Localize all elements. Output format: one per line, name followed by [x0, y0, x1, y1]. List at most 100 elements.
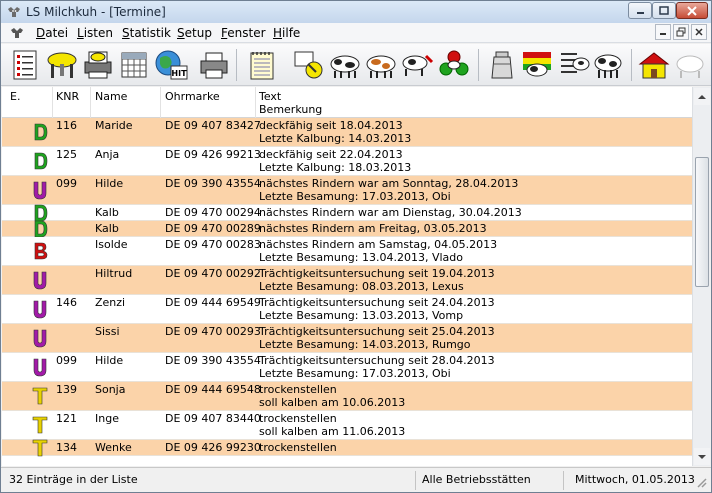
table-row[interactable]: Hiltrud DE 09 470 00292 Trächtigkeitsunter…	[2, 266, 692, 295]
cow-grid-icon[interactable]	[557, 48, 591, 82]
status-u-icon	[33, 271, 47, 290]
mdi-minimize-button[interactable]	[655, 24, 671, 40]
printer-cow-icon[interactable]	[81, 48, 115, 82]
mdi-close-button[interactable]	[691, 24, 707, 40]
brown-cow-icon[interactable]	[364, 48, 398, 82]
cell-text: Trächtigkeitsuntersuchung seit 25.04.201…	[259, 325, 495, 338]
hand-cow-icon[interactable]	[292, 48, 326, 82]
table-row[interactable]: 099 Hilde DE 09 390 43554 Trächtigkeitsunte…	[2, 353, 692, 382]
close-button[interactable]	[676, 2, 708, 19]
status-separator	[563, 471, 564, 490]
cell-name: Hiltrud	[95, 267, 133, 280]
hit-label: HIT	[171, 69, 187, 78]
cell-bemerkung: Letzte Besamung: 14.03.2013, Rumgo	[259, 338, 471, 351]
table-row[interactable]: 146 Zenzi DE 09 444 69549 Trächtigkeitsunte…	[2, 295, 692, 324]
grid-icon[interactable]	[117, 48, 151, 82]
cell-ohrmarke: DE 09 470 00294	[165, 206, 261, 219]
vertical-scrollbar[interactable]	[692, 87, 710, 466]
header-e[interactable]: E.	[10, 90, 20, 103]
cow-group-icon[interactable]	[328, 48, 362, 82]
cell-ohrmarke: DE 09 390 43554	[165, 354, 261, 367]
column-separator[interactable]	[160, 87, 161, 118]
scroll-down-button[interactable]	[694, 448, 710, 465]
cell-ohrmarke: DE 09 470 00293	[165, 325, 261, 338]
red-green-balls-icon[interactable]	[437, 48, 471, 82]
status-t-icon	[32, 439, 48, 457]
header-text[interactable]: Text Bemerkung	[259, 90, 322, 116]
cell-bemerkung: Letzte Besamung: 17.03.2013, Obi	[259, 190, 451, 203]
site-scope: Alle Betriebsstätten	[422, 473, 531, 486]
list-icon[interactable]	[8, 48, 42, 82]
mdi-restore-button[interactable]	[673, 24, 689, 40]
header-name[interactable]: Name	[95, 90, 127, 103]
menu-listen[interactable]: Listen	[77, 26, 113, 40]
menu-datei[interactable]: Datei	[36, 26, 68, 40]
notepad-icon[interactable]	[245, 48, 279, 82]
list-rows: 116 Maride DE 09 407 83427 deckfähig seit 1…	[2, 118, 692, 457]
header-knr[interactable]: KNR	[56, 90, 79, 103]
milking-stall-icon[interactable]	[45, 48, 79, 82]
milk-can-icon[interactable]	[485, 48, 519, 82]
cow-stats-icon[interactable]	[591, 48, 625, 82]
printer-icon[interactable]	[197, 48, 231, 82]
termine-list[interactable]: E. KNR Name Ohrmarke Text Bemerkung 116 M…	[2, 87, 710, 466]
chevron-up-icon	[698, 94, 706, 99]
column-separator[interactable]	[52, 87, 53, 118]
toolbar-separator	[631, 49, 632, 81]
cell-ohrmarke: DE 09 407 83427	[165, 119, 261, 132]
entry-count: 32 Einträge in der Liste	[9, 473, 138, 486]
mdi-cow-icon[interactable]	[9, 25, 27, 41]
chevron-down-icon	[698, 454, 706, 459]
status-t-icon	[32, 387, 48, 405]
minimize-icon	[636, 12, 644, 14]
menu-fenster[interactable]: Fenster	[221, 26, 266, 40]
table-row[interactable]: Kalb DE 09 470 00294 nächstes Rindern war …	[2, 204, 692, 222]
cell-knr: 146	[56, 296, 77, 309]
maximize-button[interactable]	[652, 2, 676, 19]
menu-bar: Datei Listen Statistik Setup Fenster Hil…	[1, 23, 711, 43]
cell-ohrmarke: DE 09 426 99213	[165, 148, 261, 161]
window-title: LS Milchkuh - [Termine]	[26, 5, 166, 19]
scroll-up-button[interactable]	[694, 88, 710, 105]
cell-name: Wenke	[95, 441, 132, 454]
scroll-thumb[interactable]	[695, 157, 709, 287]
table-row[interactable]: Kalb DE 09 470 00289 nächstes Rindern am F…	[2, 220, 692, 238]
minimize-button[interactable]	[628, 2, 652, 19]
title-bar[interactable]: LS Milchkuh - [Termine]	[1, 1, 711, 23]
cow-weight-icon[interactable]	[400, 48, 434, 82]
table-row[interactable]: 099 Hilde DE 09 390 43554 nächstes Rindern …	[2, 176, 692, 205]
resize-grip-icon[interactable]	[695, 476, 707, 488]
cell-bemerkung: soll kalben am 11.06.2013	[259, 425, 406, 438]
cell-name: Sonja	[95, 383, 126, 396]
header-ohrmarke[interactable]: Ohrmarke	[165, 90, 220, 103]
cell-name: Anja	[95, 148, 120, 161]
table-row[interactable]: Isolde DE 09 470 00283 nächstes Rindern am…	[2, 237, 692, 266]
cell-bemerkung: Letzte Besamung: 17.03.2013, Obi	[259, 367, 451, 380]
menu-setup[interactable]: Setup	[177, 26, 212, 40]
table-row[interactable]: 121 Inge DE 09 407 83440 trockenstellen soll…	[2, 411, 692, 440]
column-separator[interactable]	[255, 87, 256, 118]
globe-hit-icon[interactable]: HIT	[154, 48, 188, 82]
farmhouse-icon[interactable]	[637, 48, 671, 82]
cell-ohrmarke: DE 09 407 83440	[165, 412, 261, 425]
table-row[interactable]: Sissi DE 09 470 00293 Trächtigkeitsuntersu…	[2, 324, 692, 353]
cow-overview-icon[interactable]	[673, 48, 707, 82]
menu-statistik[interactable]: Statistik	[122, 26, 171, 40]
menu-hilfe[interactable]: Hilfe	[273, 26, 300, 40]
status-t-icon	[32, 416, 48, 434]
cell-text: Trächtigkeitsuntersuchung seit 28.04.201…	[259, 354, 495, 367]
flag-cow-icon[interactable]	[520, 48, 554, 82]
column-separator[interactable]	[90, 87, 91, 118]
table-row[interactable]: 116 Maride DE 09 407 83427 deckfähig seit 1…	[2, 118, 692, 147]
cell-text: nächstes Rindern war am Sonntag, 28.04.2…	[259, 177, 519, 190]
table-row[interactable]: 134 Wenke DE 09 426 99230 trockenstellen	[2, 439, 692, 457]
table-row[interactable]: 139 Sonja DE 09 444 69548 trockenstellen sol…	[2, 382, 692, 411]
status-u-icon	[33, 300, 47, 319]
cell-ohrmarke: DE 09 390 43554	[165, 177, 261, 190]
list-header: E. KNR Name Ohrmarke Text Bemerkung	[2, 87, 692, 118]
table-row[interactable]: 125 Anja DE 09 426 99213 deckfähig seit 22.…	[2, 147, 692, 176]
cell-text: nächstes Rindern am Samstag, 04.05.2013	[259, 238, 498, 251]
cell-bemerkung: Letzte Kalbung: 18.03.2013	[259, 161, 412, 174]
cell-ohrmarke: DE 09 470 00283	[165, 238, 261, 251]
cell-name: Sissi	[95, 325, 120, 338]
